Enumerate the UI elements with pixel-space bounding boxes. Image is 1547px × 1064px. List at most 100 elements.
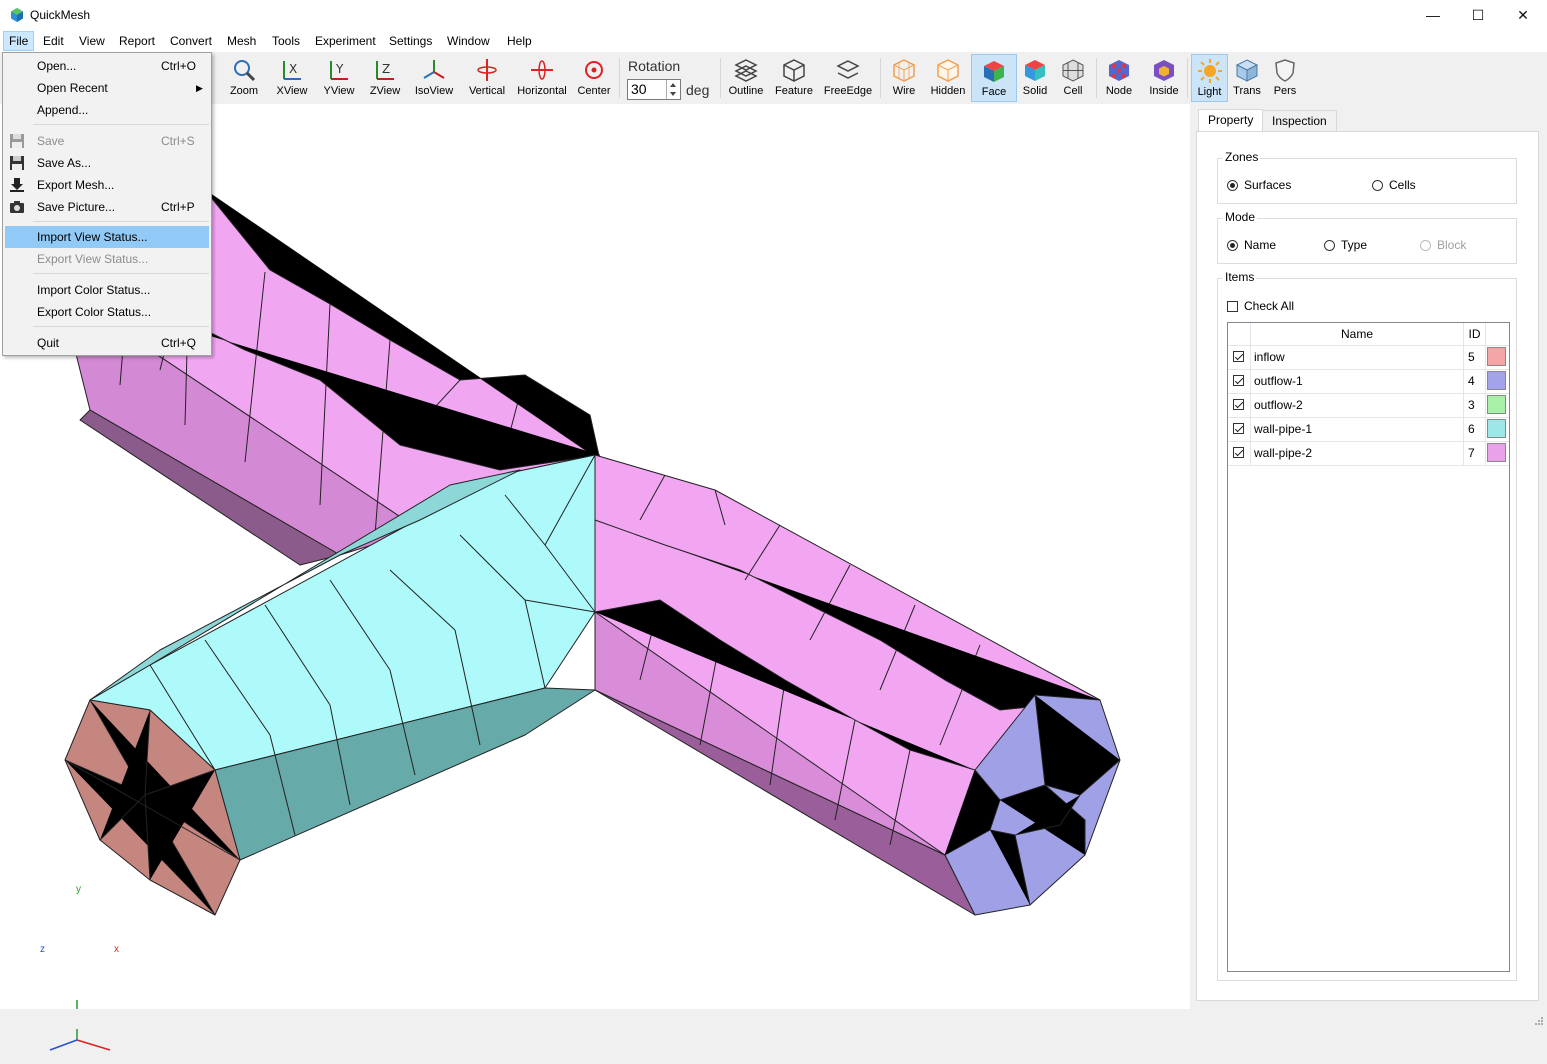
axis-z-label: z bbox=[40, 944, 45, 955]
node-button[interactable]: Node bbox=[1101, 54, 1137, 102]
zones-group: Zones Surfaces Cells bbox=[1217, 150, 1517, 204]
menu-export-mesh[interactable]: Export Mesh... bbox=[5, 174, 209, 196]
app-logo-icon bbox=[11, 8, 23, 22]
pers-button[interactable]: Pers bbox=[1268, 54, 1302, 102]
close-button[interactable]: ✕ bbox=[1500, 0, 1546, 30]
row-color-swatch[interactable] bbox=[1487, 347, 1506, 366]
feature-cube-icon bbox=[783, 59, 805, 82]
menu-help[interactable]: Help bbox=[502, 32, 537, 50]
menu-file[interactable]: File bbox=[3, 31, 35, 51]
rotation-input[interactable]: 30 bbox=[627, 79, 681, 100]
check-all-checkbox[interactable]: Check All bbox=[1227, 299, 1294, 313]
menu-convert[interactable]: Convert bbox=[165, 32, 217, 50]
inside-button[interactable]: Inside bbox=[1145, 54, 1183, 102]
header-name[interactable]: Name bbox=[1251, 323, 1464, 345]
trans-button[interactable]: Trans bbox=[1230, 54, 1264, 102]
hidden-button[interactable]: Hidden bbox=[928, 54, 968, 102]
light-sun-icon bbox=[1197, 59, 1222, 83]
row-id: 6 bbox=[1468, 422, 1475, 436]
wire-button[interactable]: Wire bbox=[886, 54, 922, 102]
row-checkbox[interactable] bbox=[1233, 447, 1244, 458]
menu-import-color-status[interactable]: Import Color Status... bbox=[5, 279, 209, 301]
maximize-button[interactable]: ☐ bbox=[1455, 0, 1501, 30]
menu-mesh[interactable]: Mesh bbox=[222, 32, 261, 50]
menu-tools[interactable]: Tools bbox=[267, 32, 305, 50]
header-id[interactable]: ID bbox=[1464, 323, 1486, 345]
tab-inspection[interactable]: Inspection bbox=[1262, 110, 1337, 132]
table-row[interactable]: wall-pipe-2 7 bbox=[1228, 441, 1509, 466]
row-name: wall-pipe-1 bbox=[1254, 422, 1313, 436]
row-checkbox[interactable] bbox=[1233, 399, 1244, 410]
table-row[interactable]: inflow 5 bbox=[1228, 345, 1509, 370]
zoom-icon bbox=[234, 60, 256, 82]
menu-open-shortcut: Ctrl+O bbox=[161, 59, 197, 73]
zones-cells-radio[interactable]: Cells bbox=[1372, 178, 1416, 192]
row-id: 4 bbox=[1468, 374, 1475, 388]
outline-button[interactable]: Outline bbox=[726, 54, 766, 102]
rotation-spinner[interactable] bbox=[666, 80, 680, 99]
menu-experiment[interactable]: Experiment bbox=[310, 32, 381, 50]
light-button[interactable]: Light bbox=[1191, 54, 1228, 102]
center-button[interactable]: Center bbox=[575, 54, 613, 102]
resize-grip-icon[interactable] bbox=[1534, 1016, 1544, 1026]
menu-import-color-status-label: Import Color Status... bbox=[37, 283, 151, 297]
row-checkbox[interactable] bbox=[1233, 351, 1244, 362]
save-as-disk-icon bbox=[10, 156, 24, 170]
menu-window[interactable]: Window bbox=[442, 32, 495, 50]
face-button[interactable]: Face bbox=[971, 54, 1017, 102]
minimize-button[interactable]: — bbox=[1410, 0, 1456, 30]
toolbar-separator bbox=[1096, 58, 1097, 98]
row-color-swatch[interactable] bbox=[1487, 443, 1506, 462]
table-row[interactable]: outflow-1 4 bbox=[1228, 369, 1509, 394]
toolbar-separator bbox=[720, 58, 721, 98]
save-disk-icon bbox=[10, 134, 24, 148]
status-bar bbox=[0, 1009, 1547, 1029]
svg-text:X: X bbox=[289, 62, 297, 76]
horizontal-button[interactable]: Horizontal bbox=[514, 54, 570, 102]
wire-cube-icon bbox=[893, 59, 915, 82]
row-color-swatch[interactable] bbox=[1487, 419, 1506, 438]
isoview-button[interactable]: IsoView bbox=[412, 54, 456, 102]
menu-save-as[interactable]: Save As... bbox=[5, 152, 209, 174]
node-cube-icon bbox=[1109, 60, 1129, 81]
solid-button[interactable]: Solid bbox=[1019, 54, 1051, 102]
menu-import-view-status[interactable]: Import View Status... bbox=[5, 226, 209, 248]
table-row[interactable]: outflow-2 3 bbox=[1228, 393, 1509, 418]
menu-separator bbox=[33, 221, 209, 222]
zview-icon: Z bbox=[376, 61, 394, 80]
tab-property[interactable]: Property bbox=[1198, 109, 1264, 133]
row-color-swatch[interactable] bbox=[1487, 395, 1506, 414]
row-checkbox[interactable] bbox=[1233, 423, 1244, 434]
axis-x-label: x bbox=[114, 944, 119, 955]
menu-save-picture-shortcut: Ctrl+P bbox=[161, 200, 195, 214]
menu-settings[interactable]: Settings bbox=[384, 32, 437, 50]
mode-name-radio[interactable]: Name bbox=[1227, 238, 1276, 252]
yview-button[interactable]: Y YView bbox=[320, 54, 358, 102]
menu-report[interactable]: Report bbox=[114, 32, 160, 50]
zoom-button[interactable]: Zoom bbox=[227, 54, 261, 102]
vertical-button[interactable]: Vertical bbox=[465, 54, 509, 102]
menu-open-recent[interactable]: Open Recent ▶ bbox=[5, 77, 209, 99]
menu-quit[interactable]: Quit Ctrl+Q bbox=[5, 332, 209, 354]
menu-append[interactable]: Append... bbox=[5, 99, 209, 121]
pers-label: Pers bbox=[1273, 85, 1297, 97]
cell-button[interactable]: Cell bbox=[1056, 54, 1090, 102]
menu-open-label: Open... bbox=[37, 59, 77, 73]
menu-view[interactable]: View bbox=[74, 32, 110, 50]
menu-bar: File Edit View Report Convert Mesh Tools… bbox=[0, 30, 1547, 52]
menu-open[interactable]: Open... Ctrl+O bbox=[5, 55, 209, 77]
row-color-swatch[interactable] bbox=[1487, 371, 1506, 390]
menu-save-picture[interactable]: Save Picture... Ctrl+P bbox=[5, 196, 209, 218]
menu-export-view-status-label: Export View Status... bbox=[37, 252, 149, 266]
feature-button[interactable]: Feature bbox=[772, 54, 816, 102]
menu-edit[interactable]: Edit bbox=[38, 32, 69, 50]
row-checkbox[interactable] bbox=[1233, 375, 1244, 386]
zones-surfaces-radio[interactable]: Surfaces bbox=[1227, 178, 1291, 192]
freeedge-button[interactable]: FreeEdge bbox=[822, 54, 874, 102]
mode-type-radio[interactable]: Type bbox=[1324, 238, 1367, 252]
menu-export-color-status[interactable]: Export Color Status... bbox=[5, 301, 209, 323]
zview-button[interactable]: Z ZView bbox=[366, 54, 404, 102]
menu-save-label: Save bbox=[37, 134, 65, 148]
table-row[interactable]: wall-pipe-1 6 bbox=[1228, 417, 1509, 442]
xview-button[interactable]: X XView bbox=[274, 54, 310, 102]
